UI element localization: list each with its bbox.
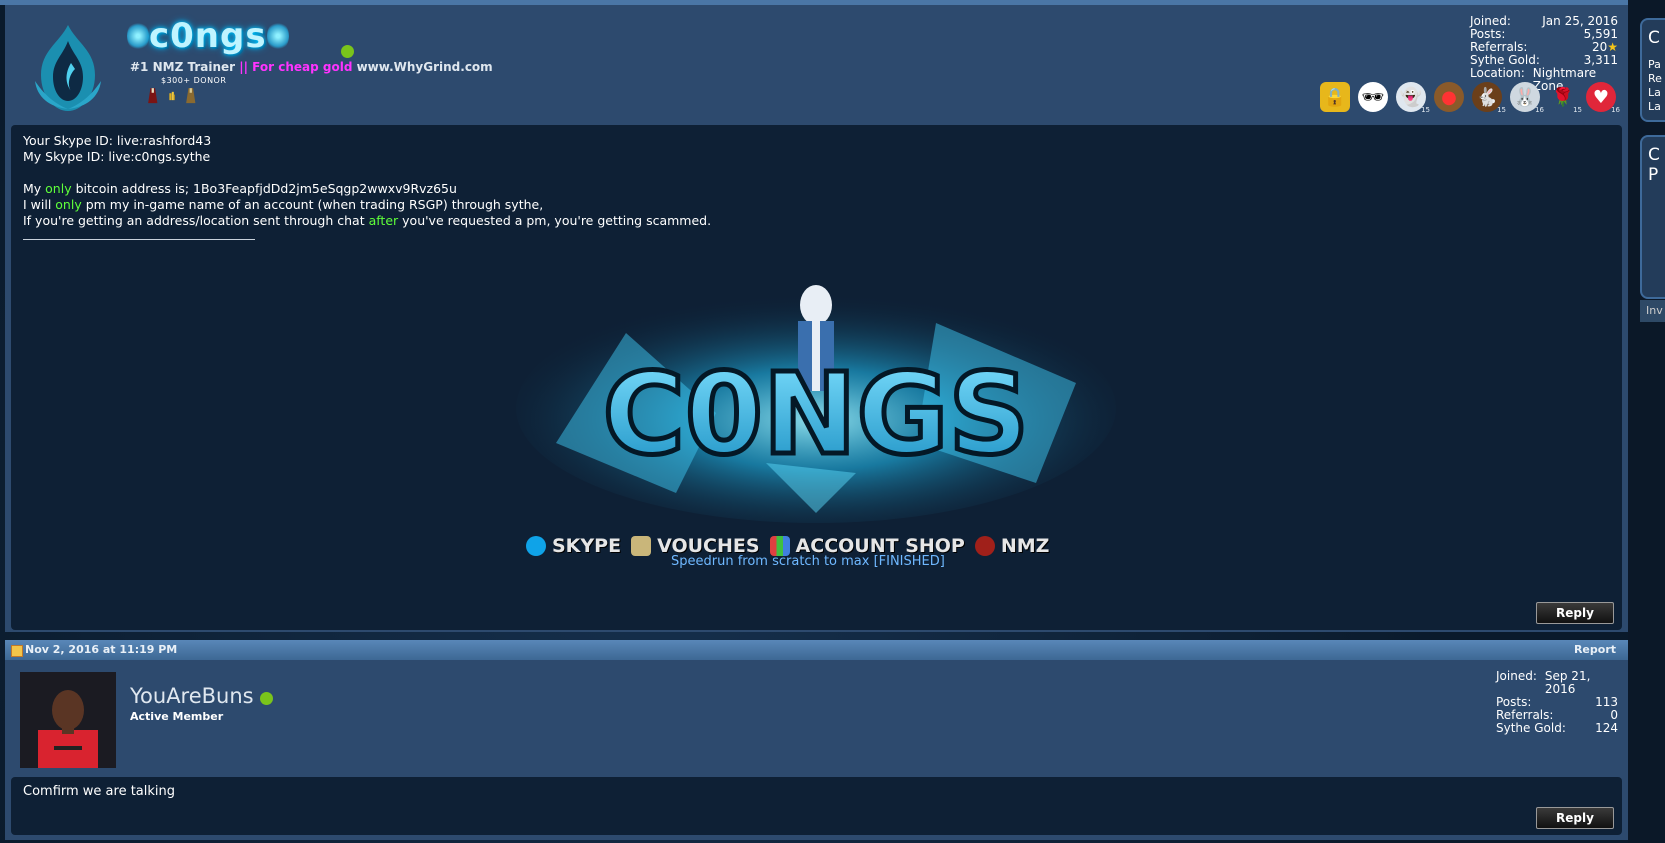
user-title: Active Member	[130, 710, 224, 723]
easter-bunny-icon[interactable]: 🐰 16	[1510, 82, 1544, 114]
skype-icon	[526, 536, 546, 556]
post-youarebuns: YouAreBuns Active Member Joined: Sep 21, …	[5, 660, 1628, 840]
gold-coins-icon	[168, 91, 176, 101]
user-avatar-photo[interactable]	[20, 672, 116, 768]
message-text: Your Skype ID: live:rashford43 My Skype …	[23, 133, 712, 228]
trophy-badges: 🔒 🕶 👻 15 ● 🐇 15 🐰 16 🌹 15 ♥ 16	[1320, 82, 1620, 115]
sidebar-invite-button[interactable]: Inv	[1640, 300, 1665, 322]
padlock-icon[interactable]: 🔒	[1320, 82, 1350, 112]
message-body: Comfirm we are talking Reply	[11, 777, 1622, 835]
crystal-decoration-icon	[266, 21, 289, 51]
dragon-icon	[974, 536, 995, 556]
signature-banner[interactable]: C0NGS	[516, 263, 1116, 523]
heisenberg-icon[interactable]: 🕶	[1358, 82, 1388, 112]
speedrun-link[interactable]: Speedrun from scratch to max [FINISHED]	[671, 554, 945, 569]
sidebar-card-title: C	[1648, 28, 1660, 48]
bunny-icon[interactable]: 🐇 15	[1472, 82, 1506, 114]
online-status-dot	[260, 692, 273, 705]
user-title-site: www.WhyGrind.com	[356, 60, 493, 74]
sidebar-card-title: C	[1648, 145, 1660, 165]
sidebar-card-subtitle: P	[1648, 165, 1659, 185]
user-title-prefix: #1 NMZ Trainer	[130, 60, 240, 74]
signature-divider	[23, 239, 255, 240]
sidebar-card: C Pa Re La La	[1640, 18, 1665, 122]
bar-chart-icon	[769, 536, 790, 556]
reindeer-icon[interactable]: ●	[1434, 82, 1464, 112]
message-line: Your Skype ID: live:rashford43	[23, 133, 212, 148]
sidebar-card-line: Re	[1648, 72, 1662, 85]
scroll-icon	[631, 536, 652, 556]
stat-sythe-gold: Sythe Gold: 124	[1496, 721, 1618, 735]
right-sidebar	[1628, 0, 1665, 843]
user-title: #1 NMZ Trainer || For cheap gold www.Why…	[130, 60, 493, 74]
username-logo[interactable]: c0ngs	[127, 15, 289, 57]
heart-icon[interactable]: ♥ 16	[1586, 82, 1620, 114]
rose-icon[interactable]: 🌹 15	[1548, 82, 1582, 115]
sidebar-card-line: La	[1648, 86, 1661, 99]
sidebar-card-line: Pa	[1648, 58, 1661, 71]
reply-button[interactable]: Reply	[1536, 602, 1614, 624]
user-stats: Joined: Sep 21, 2016 Posts: 113 Referrals:…	[1496, 670, 1618, 735]
robe-icon	[148, 88, 158, 104]
username[interactable]: YouAreBuns	[130, 684, 254, 708]
flame-avatar-icon[interactable]	[29, 23, 107, 115]
robe-brown-icon	[186, 88, 196, 104]
crystal-decoration-icon	[127, 21, 149, 51]
message-body: Your Skype ID: live:rashford43 My Skype …	[11, 125, 1622, 630]
sidebar-card-line: La	[1648, 100, 1661, 113]
stat-joined: Joined: Sep 21, 2016	[1496, 669, 1591, 696]
donor-items	[147, 87, 197, 104]
donor-label: $300+ DONOR	[161, 76, 227, 85]
star-icon: ★	[1607, 40, 1618, 54]
online-status-dot	[341, 45, 354, 58]
post-icon	[11, 645, 23, 657]
report-link[interactable]: Report	[1574, 643, 1616, 656]
sidebar-card: C P	[1640, 135, 1665, 299]
nmz-link[interactable]: NMZ	[974, 535, 1049, 557]
ghost-icon[interactable]: 👻 15	[1396, 82, 1430, 114]
reply-button[interactable]: Reply	[1536, 807, 1614, 829]
username: c0ngs	[149, 16, 267, 56]
post-date-bar: Nov 2, 2016 at 11:19 PM Report	[5, 640, 1628, 660]
message-line: My Skype ID: live:c0ngs.sythe	[23, 149, 211, 164]
banner-text: C0NGS	[603, 350, 1029, 480]
post-date[interactable]: Nov 2, 2016 at 11:19 PM	[25, 643, 177, 656]
message-text: Comfirm we are talking	[23, 784, 176, 799]
skype-link[interactable]: SKYPE	[526, 535, 621, 557]
user-title-promo: || For cheap gold	[239, 60, 357, 74]
post-c0ngs: c0ngs #1 NMZ Trainer || For cheap gold w…	[5, 5, 1628, 632]
